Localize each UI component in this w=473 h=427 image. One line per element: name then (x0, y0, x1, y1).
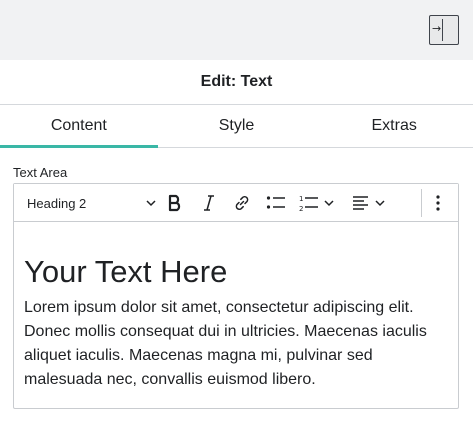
heading-select-value: Heading 2 (27, 195, 87, 211)
bulleted-list-icon (266, 196, 285, 209)
italic-button[interactable] (197, 190, 221, 216)
exit-arrow-icon: → (432, 22, 442, 35)
link-icon (235, 195, 249, 211)
numbered-list-button[interactable]: 12 (298, 190, 344, 216)
align-left-icon (353, 196, 385, 210)
bulleted-list-button[interactable] (263, 190, 289, 216)
tab-style[interactable]: Style (158, 105, 316, 147)
panel-title: Edit: Text (200, 73, 273, 90)
bold-button[interactable] (163, 190, 187, 216)
chevron-down-icon (146, 200, 156, 207)
italic-icon (204, 195, 214, 211)
rich-text-editor: Heading 2 12 Your Text Here Lorem ipsum … (13, 183, 459, 409)
tab-content[interactable]: Content (0, 105, 158, 148)
editor-content[interactable]: Your Text Here Lorem ipsum dolor sit ame… (24, 254, 448, 392)
heading-select[interactable]: Heading 2 (14, 184, 158, 222)
align-button[interactable] (351, 190, 391, 216)
editor-heading[interactable]: Your Text Here (24, 254, 448, 290)
tab-extras[interactable]: Extras (315, 105, 473, 147)
svg-text:2: 2 (299, 205, 303, 212)
editor-toolbar: Heading 2 12 (14, 184, 458, 222)
more-vertical-icon (436, 195, 440, 211)
toolbar-separator (421, 189, 422, 217)
exit-button[interactable]: → (429, 15, 459, 45)
text-area-label: Text Area (13, 165, 68, 180)
numbered-list-icon: 12 (299, 195, 334, 212)
svg-text:1: 1 (299, 195, 303, 203)
exit-divider (442, 19, 443, 41)
editor-paragraph[interactable]: Lorem ipsum dolor sit amet, consectetur … (24, 296, 448, 392)
panel-tabs: Content Style Extras (0, 105, 473, 148)
more-options-button[interactable] (427, 190, 449, 216)
panel-header: Edit: Text (0, 60, 473, 105)
link-button[interactable] (229, 190, 255, 216)
bold-icon (168, 194, 181, 212)
top-bar: → (0, 0, 473, 60)
